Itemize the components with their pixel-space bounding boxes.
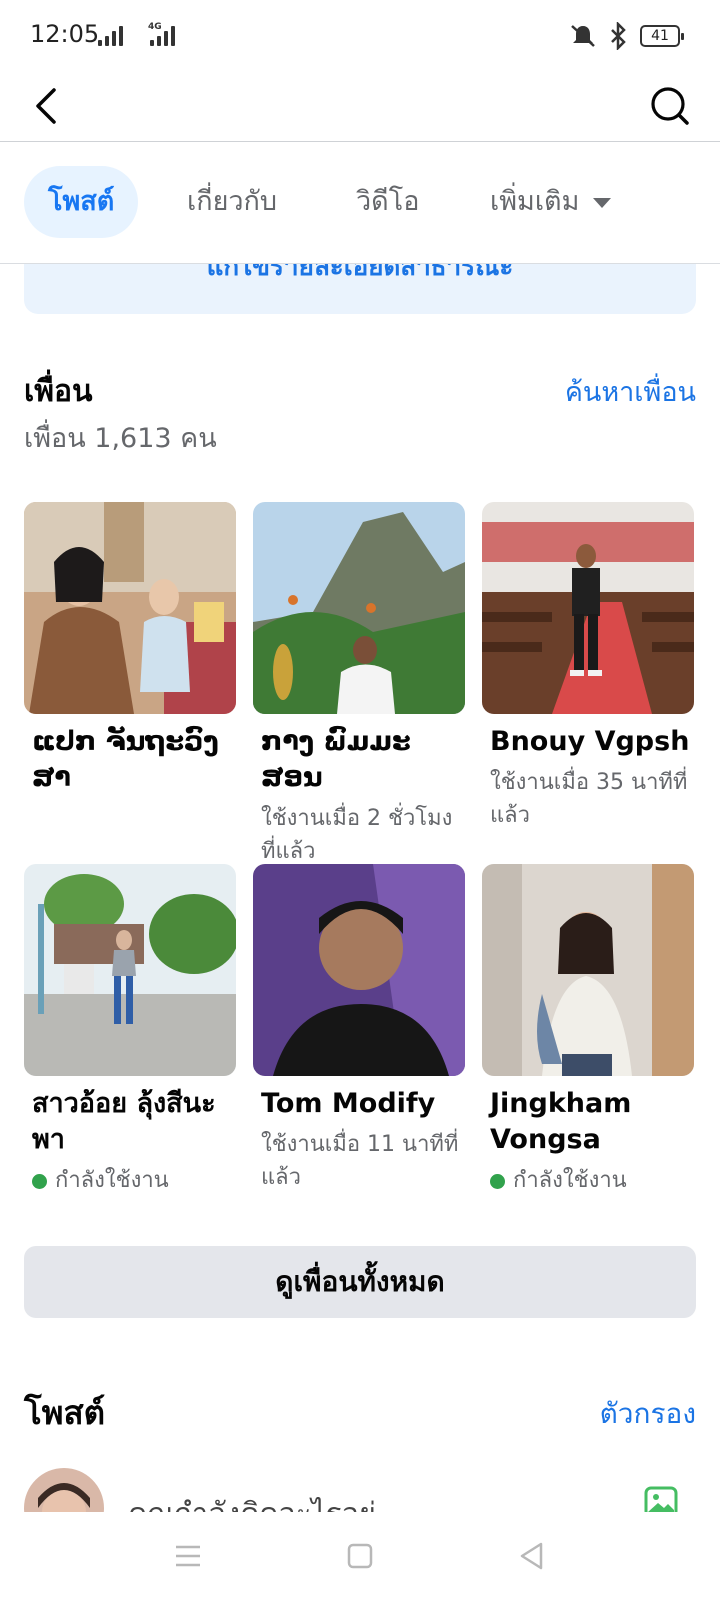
friend-name[interactable]: Jingkham Vongsa — [482, 1086, 694, 1158]
friend-card[interactable]: ແປກ ຈັນຖະວົງ ສາ — [24, 502, 236, 796]
friend-photo[interactable] — [482, 864, 694, 1076]
online-label: กำลังใช้งาน — [513, 1168, 627, 1193]
friend-last-active: ใช้งานเมื่อ 11 นาทีที่แล้ว — [261, 1132, 459, 1190]
friends-title: เพื่อน — [24, 374, 93, 409]
arrow-left-icon — [36, 88, 56, 124]
friend-card[interactable]: Tom Modify ใช้งานเมื่อ 11 นาทีที่แล้ว — [253, 864, 465, 1194]
home-icon[interactable] — [338, 1534, 382, 1578]
avatar[interactable] — [24, 1468, 104, 1512]
friend-name[interactable]: สาวอ้อย ลุ้งสีนะพา — [24, 1086, 236, 1158]
online-indicator — [490, 1173, 505, 1189]
tab-more-label: เพิ่มเติม — [490, 186, 580, 217]
online-label: กำลังใช้งาน — [55, 1168, 169, 1193]
tab-videos[interactable]: วิดีโอ — [356, 166, 419, 238]
status-bar: 12:05 4G 41 — [0, 0, 720, 72]
friend-online-status: กำลังใช้งาน — [24, 1164, 236, 1197]
top-header — [0, 72, 720, 142]
friend-photo[interactable] — [24, 502, 236, 714]
friend-online-status: กำลังใช้งาน — [482, 1164, 694, 1197]
status-time: 12:05 — [30, 20, 100, 48]
bluetooth-icon — [611, 22, 626, 50]
friend-name[interactable]: Bnouy Vgpsh — [482, 724, 694, 760]
back-triangle-icon[interactable] — [510, 1534, 554, 1578]
signal-icon — [98, 24, 123, 46]
search-icon — [651, 87, 689, 125]
edit-public-details-button[interactable]: แก้ไขรายละเอียดสาธารณะ — [24, 264, 696, 314]
tab-posts[interactable]: โพสต์ — [24, 166, 139, 238]
profile-tabs: โพสต์ เกี่ยวกับ วิดีโอ เพิ่มเติม — [0, 142, 720, 264]
friend-card[interactable]: Bnouy Vgpsh ใช้งานเมื่อ 35 นาทีที่แล้ว — [482, 502, 694, 832]
friend-card[interactable]: ກາງ ພົມມະສອນ ใช้งานเมื่อ 2 ชั่วโมงที่แล้… — [253, 502, 465, 868]
mute-vibrate-icon — [571, 25, 595, 47]
composer-prompt[interactable]: คุณกำลังคิดอะไรอยู่ — [128, 1490, 376, 1512]
friend-last-active: ใช้งานเมื่อ 35 นาทีที่แล้ว — [490, 770, 688, 828]
back-button[interactable] — [28, 78, 78, 134]
photo-icon[interactable] — [644, 1486, 678, 1512]
see-all-friends-button[interactable]: ดูเพื่อนทั้งหมด — [24, 1246, 696, 1318]
battery-icon: 41 — [640, 25, 684, 47]
friend-photo[interactable] — [24, 864, 236, 1076]
edit-public-details-label: แก้ไขรายละเอียดสาธารณะ — [206, 264, 514, 282]
caret-down-icon — [593, 197, 612, 208]
friend-name[interactable]: Tom Modify — [253, 1086, 465, 1122]
friend-photo[interactable] — [253, 502, 465, 714]
posts-title: โพสต์ — [24, 1393, 106, 1432]
find-friends-link[interactable]: ค้นหาเพื่อน — [565, 370, 696, 413]
menu-icon[interactable] — [166, 1534, 210, 1578]
friend-card[interactable]: สาวอ้อย ลุ้งสีนะพา กำลังใช้งาน — [24, 864, 236, 1197]
friend-name[interactable]: ກາງ ພົມມະສອນ — [253, 724, 465, 796]
friend-photo[interactable] — [253, 864, 465, 1076]
friend-photo[interactable] — [482, 502, 694, 714]
search-button[interactable] — [642, 78, 694, 134]
system-nav-bar — [0, 1512, 720, 1600]
tab-about[interactable]: เกี่ยวกับ — [187, 166, 277, 238]
status-icons: 41 — [568, 22, 684, 50]
friend-name[interactable]: ແປກ ຈັນຖະວົງ ສາ — [24, 724, 236, 796]
online-indicator — [32, 1173, 47, 1189]
signal-icon-2 — [150, 24, 175, 46]
tab-more[interactable]: เพิ่มเติม — [490, 166, 612, 238]
filter-link[interactable]: ตัวกรอง — [600, 1392, 696, 1436]
post-composer[interactable]: คุณกำลังคิดอะไรอยู่ — [0, 1462, 720, 1512]
friend-card[interactable]: Jingkham Vongsa กำลังใช้งาน — [482, 864, 694, 1197]
friend-last-active: ใช้งานเมื่อ 2 ชั่วโมงที่แล้ว — [261, 806, 453, 864]
friends-count: เพื่อน 1,613 คน — [24, 423, 217, 454]
